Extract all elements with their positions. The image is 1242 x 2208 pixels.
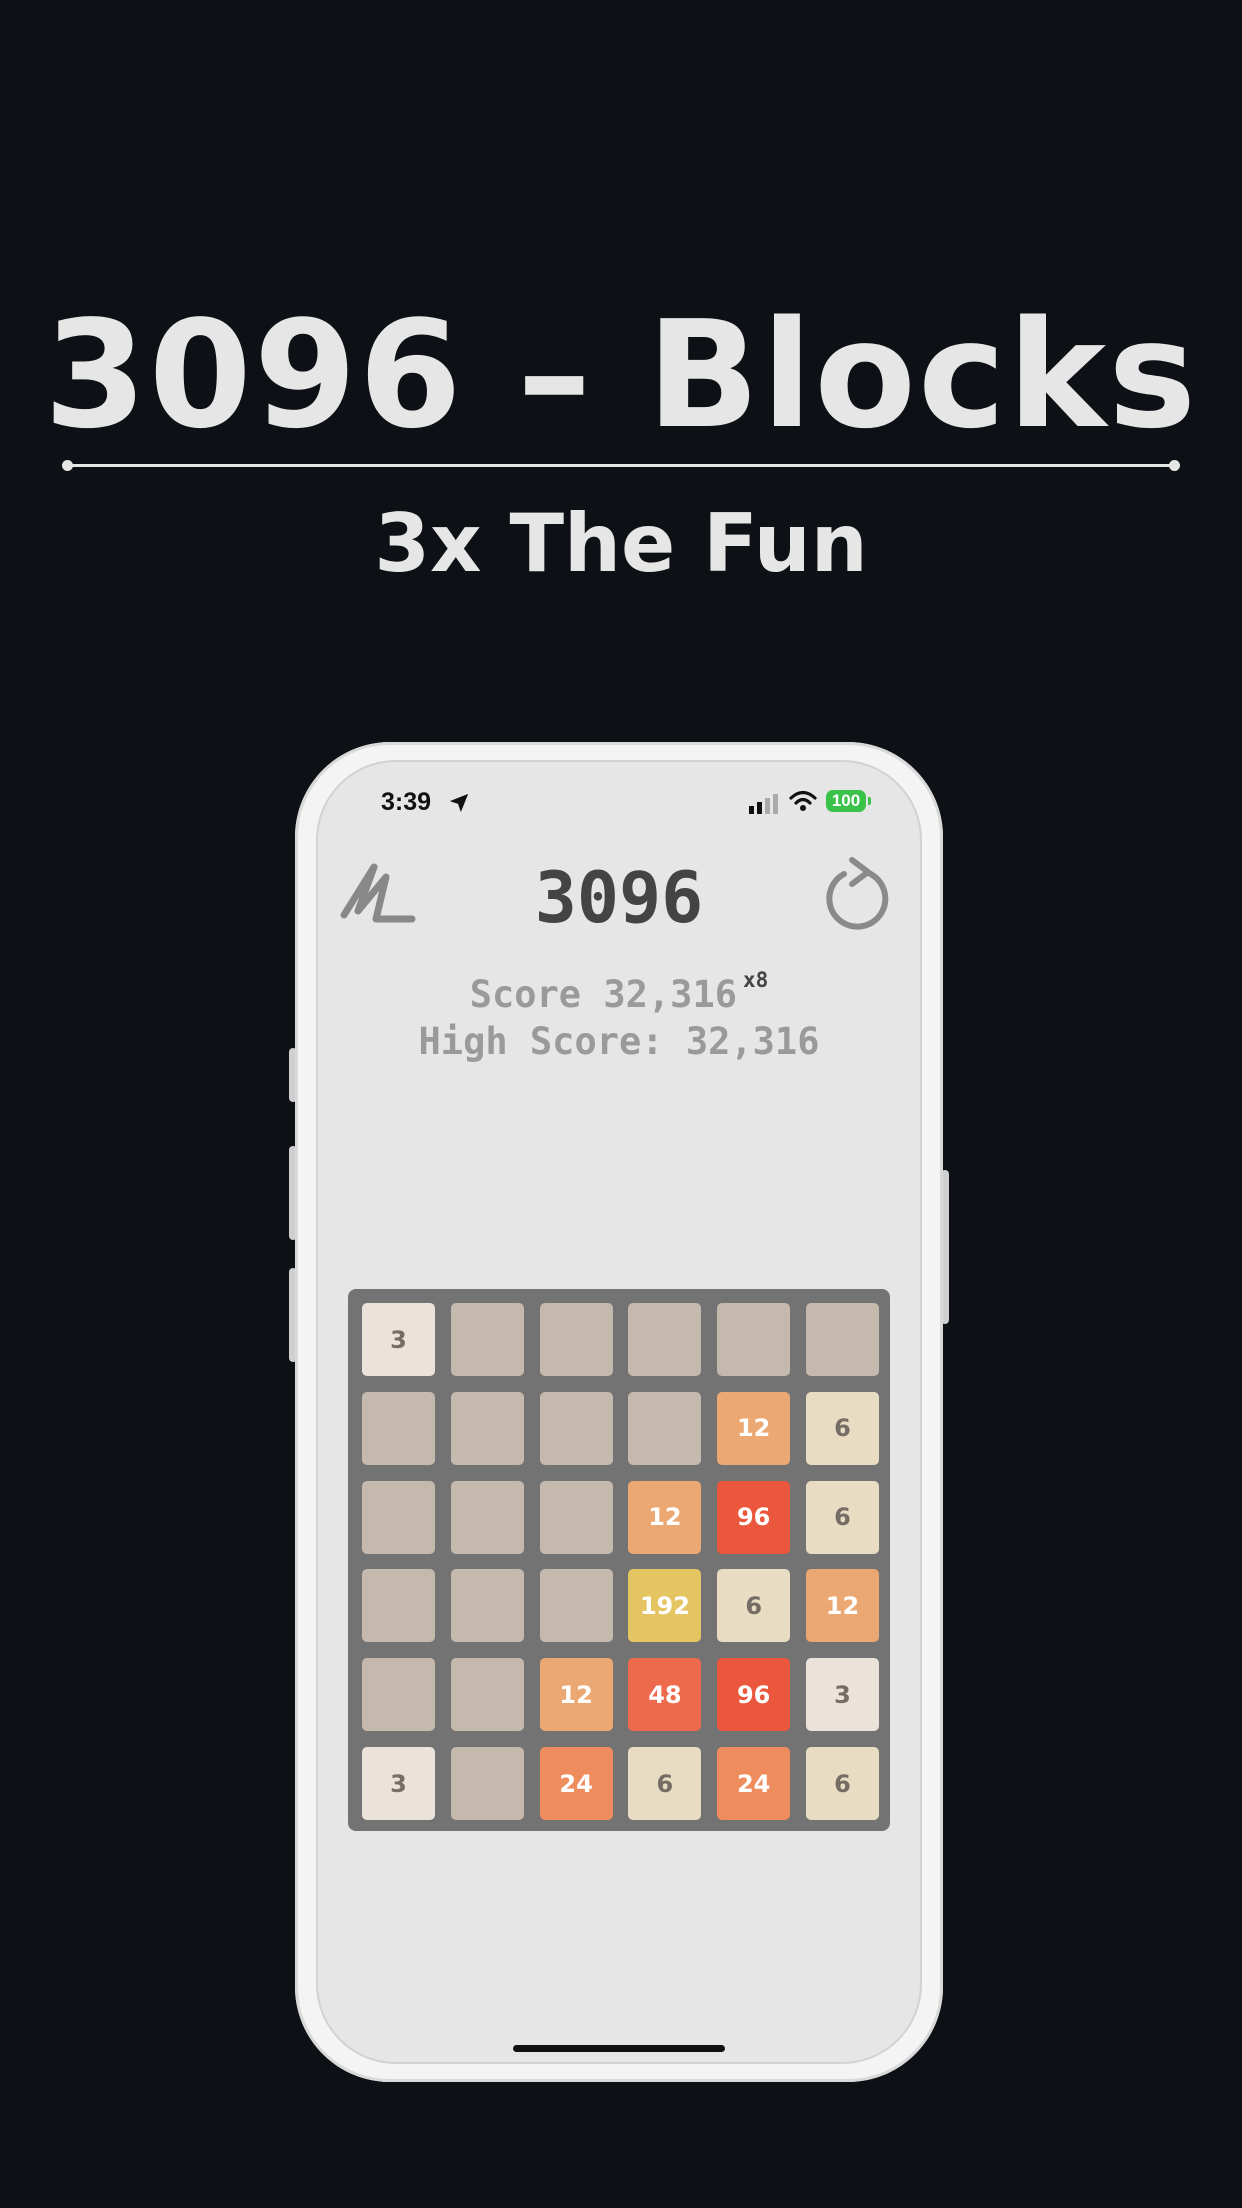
restart-icon[interactable] xyxy=(822,856,892,934)
promo-subline: 3x The Fun xyxy=(374,497,868,590)
game-tile: 3 xyxy=(362,1303,435,1376)
empty-tile xyxy=(806,1303,879,1376)
empty-tile xyxy=(539,1480,613,1554)
phone-screen: 3:39 100 3096 Score 32,316 x8 High Score:… xyxy=(318,762,920,2062)
empty-tile xyxy=(362,1480,435,1554)
game-tile: 24 xyxy=(539,1747,613,1820)
game-tile: 24 xyxy=(717,1747,791,1820)
high-score-display: High Score: 32,316 xyxy=(418,1020,820,1063)
empty-tile xyxy=(539,1391,613,1465)
empty-tile xyxy=(450,1303,524,1376)
game-tile: 12 xyxy=(628,1480,702,1554)
empty-tile xyxy=(450,1480,524,1554)
score-label: Score 32,316 xyxy=(469,973,737,1016)
empty-tile xyxy=(628,1391,702,1465)
game-tile: 96 xyxy=(717,1480,791,1554)
game-tile: 6 xyxy=(717,1569,791,1643)
empty-tile xyxy=(450,1391,524,1465)
status-time: 3:39 xyxy=(381,788,432,816)
game-tile: 96 xyxy=(717,1658,791,1732)
empty-tile xyxy=(539,1303,613,1376)
game-tile: 3 xyxy=(362,1747,435,1820)
game-tile: 6 xyxy=(806,1480,879,1554)
status-bar: 3:39 100 xyxy=(318,788,920,828)
score-display: Score 32,316 x8 xyxy=(318,968,920,1023)
game-tile: 48 xyxy=(628,1658,702,1732)
game-tile: 12 xyxy=(539,1658,613,1732)
promo-headline: 3096 – Blocks xyxy=(43,289,1199,461)
game-tile: 6 xyxy=(628,1747,702,1820)
game-tile: 12 xyxy=(806,1569,879,1643)
empty-tile xyxy=(539,1569,613,1643)
empty-tile xyxy=(362,1569,435,1643)
game-tile: 192 xyxy=(628,1569,702,1643)
game-tile: 6 xyxy=(806,1391,879,1465)
score-multiplier: x8 xyxy=(743,968,769,992)
empty-tile xyxy=(628,1303,702,1376)
empty-tile xyxy=(450,1569,524,1643)
signal-icon xyxy=(749,794,778,814)
battery-icon: 100 xyxy=(826,790,871,812)
empty-tile xyxy=(450,1747,524,1820)
headline-divider xyxy=(62,460,1180,471)
empty-tile xyxy=(362,1391,435,1465)
location-arrow-icon xyxy=(449,793,469,813)
empty-tile xyxy=(362,1658,435,1732)
empty-tile xyxy=(450,1658,524,1732)
game-tile: 3 xyxy=(806,1658,879,1732)
home-indicator[interactable] xyxy=(513,2045,725,2052)
game-tile: 6 xyxy=(806,1747,879,1820)
wifi-icon xyxy=(789,790,817,811)
empty-tile xyxy=(717,1303,791,1376)
game-board[interactable]: 3 12 6 12 96 6 192 6 12 12 48 96 3 3 24 6 24 6 xyxy=(348,1289,890,1831)
game-tile: 12 xyxy=(717,1391,791,1465)
